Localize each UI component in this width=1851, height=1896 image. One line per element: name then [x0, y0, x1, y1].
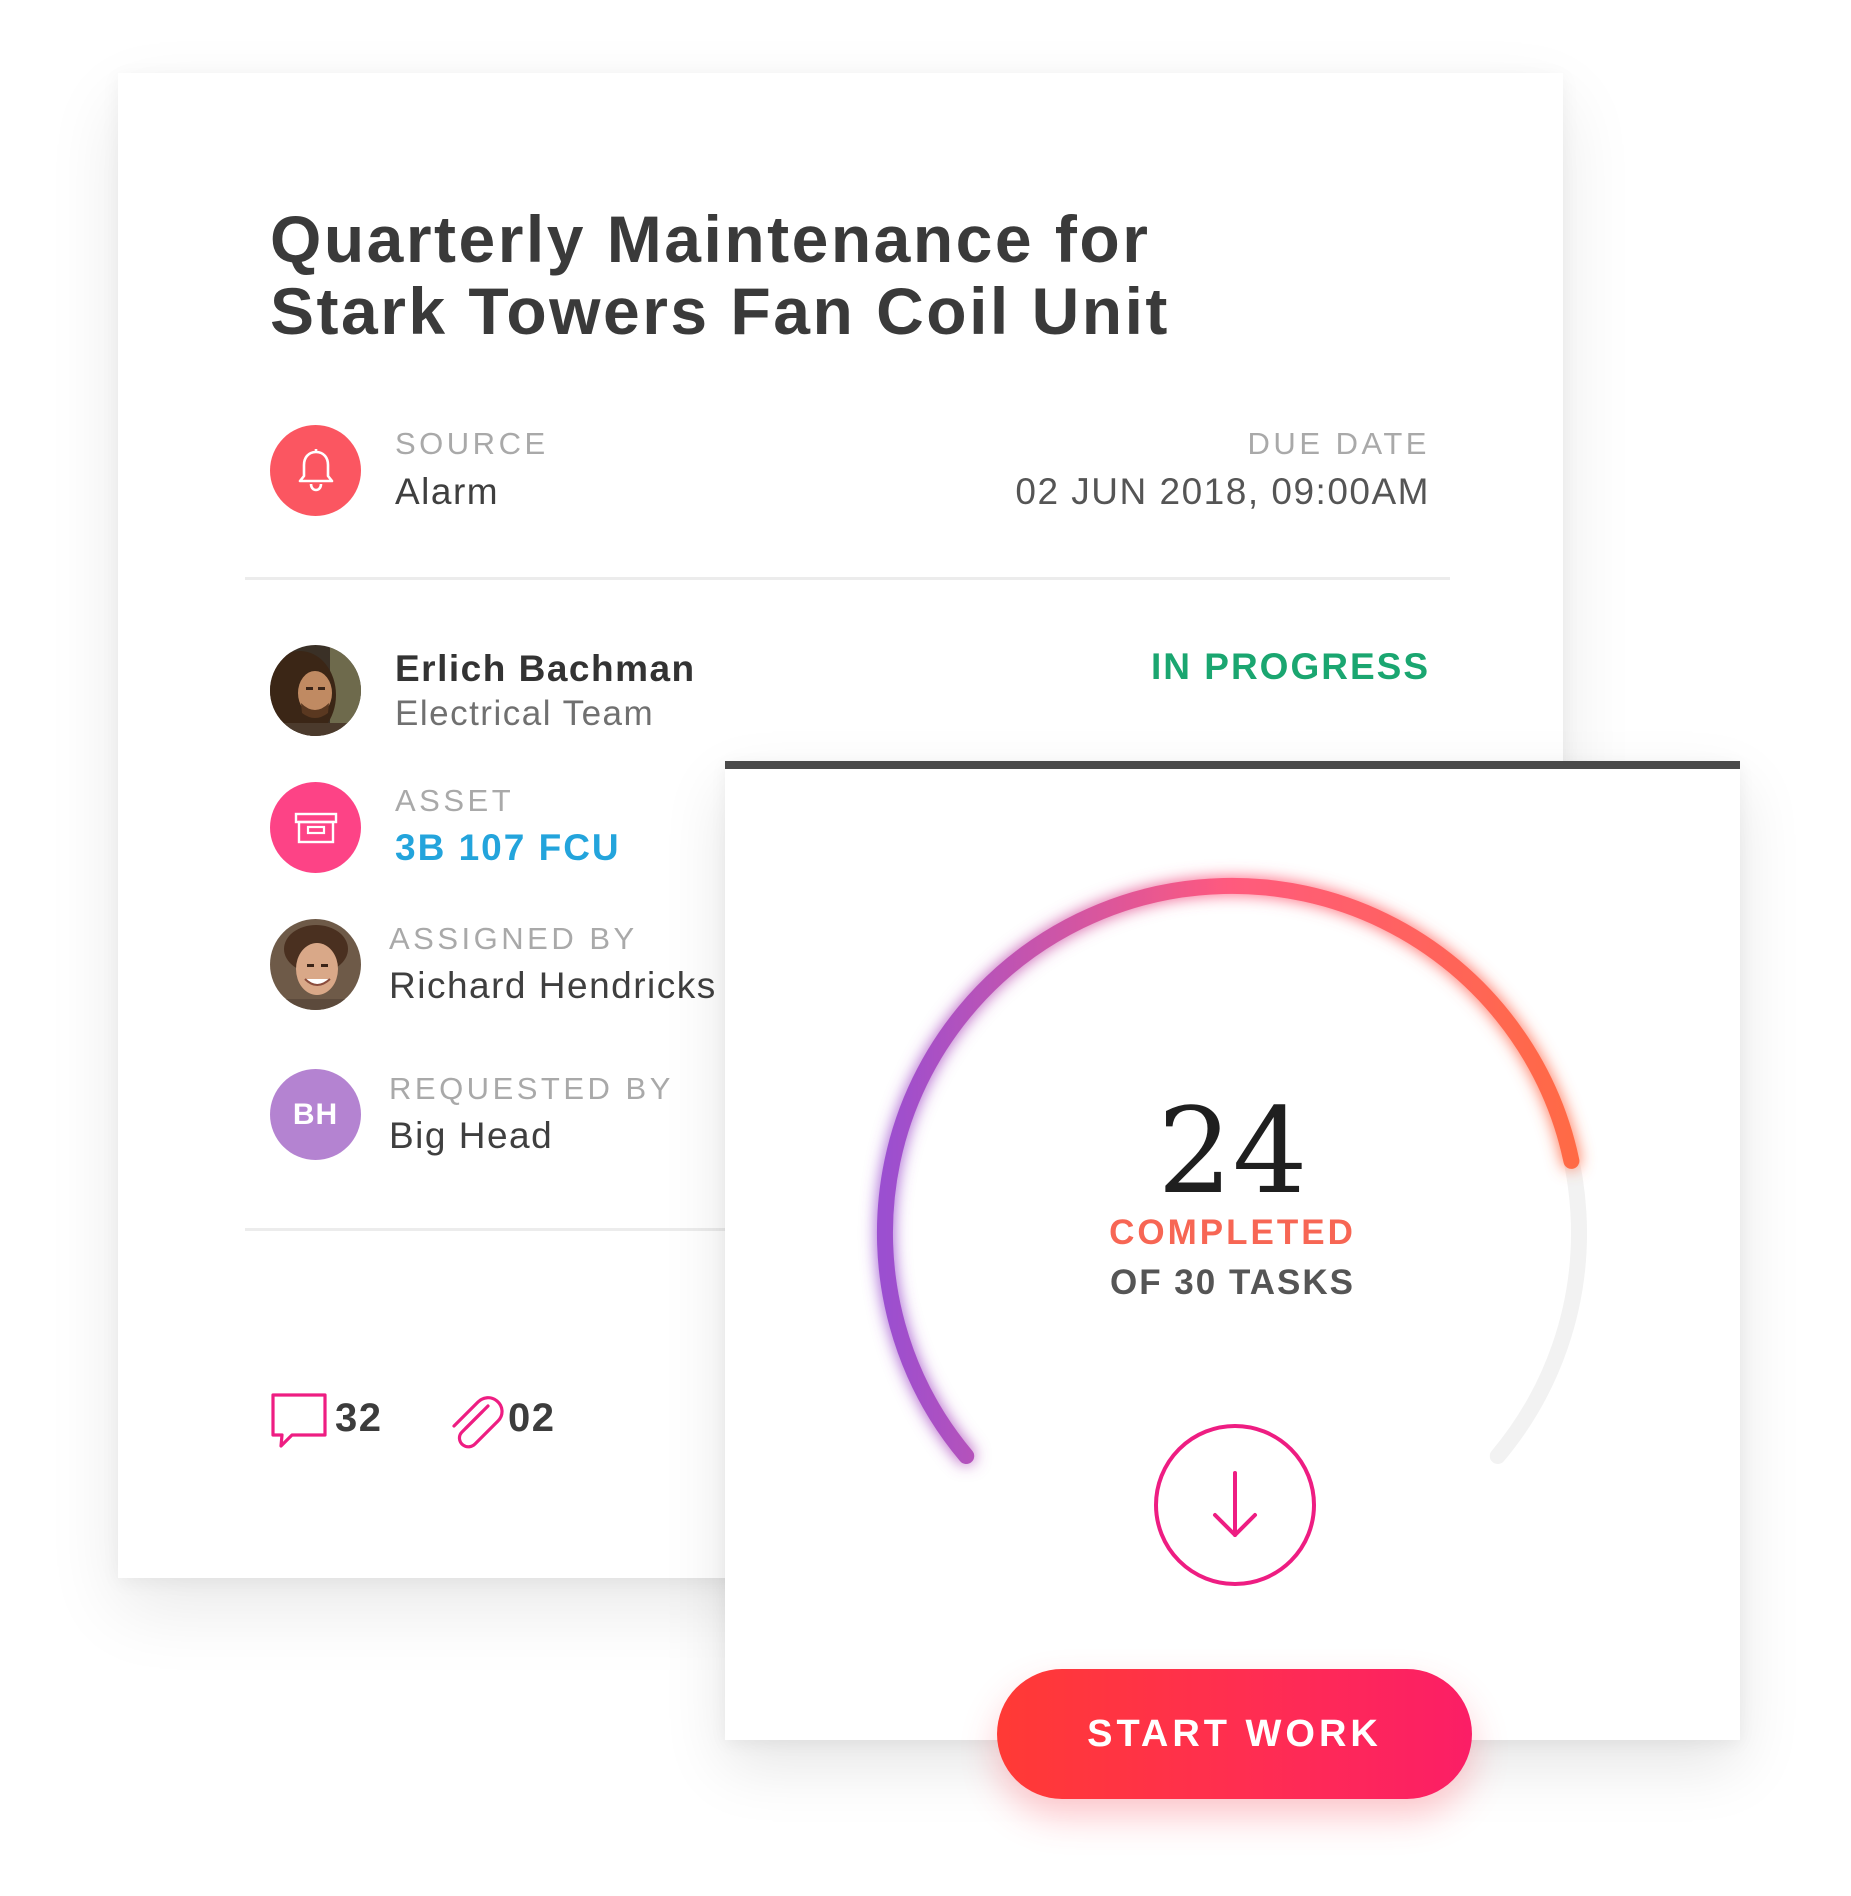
source-value: Alarm: [395, 471, 500, 512]
assigned-by-value: Richard Hendricks: [389, 965, 717, 1006]
assigned-by-label: ASSIGNED BY: [389, 921, 638, 956]
stage: Quarterly Maintenance for Stark Towers F…: [0, 0, 1851, 1896]
source-icon-badge: [270, 425, 361, 516]
asset-label: ASSET: [395, 783, 515, 818]
arrow-down-icon: [1213, 1471, 1257, 1537]
archive-box-icon: [294, 812, 337, 843]
attachments-count: 02: [508, 1396, 556, 1440]
due-date-value: 02 JUN 2018, 09:00AM: [1015, 471, 1430, 512]
total-tasks-label: OF 30 TASKS: [1109, 1263, 1355, 1302]
comments-count: 32: [335, 1396, 383, 1440]
paperclip-icon: [452, 1396, 504, 1449]
due-date-label: DUE DATE: [1247, 426, 1430, 461]
completed-count: 24: [1157, 1082, 1308, 1220]
bell-icon: [298, 448, 333, 491]
assignee-name: Erlich Bachman: [395, 648, 696, 689]
status-badge: IN PROGRESS: [1151, 646, 1430, 687]
asset-link[interactable]: 3B 107 FCU: [395, 827, 621, 869]
comment-icon: [271, 1393, 327, 1448]
avatar-erlich-bachman: [270, 645, 361, 736]
title-line-2: Stark Towers Fan Coil Unit: [270, 274, 1170, 348]
assignee-team: Electrical Team: [395, 694, 655, 733]
comments-button[interactable]: 32: [270, 1392, 400, 1452]
avatar-richard-hendricks: [270, 919, 361, 1010]
divider-top: [245, 577, 1450, 580]
requester-avatar: BH: [270, 1069, 361, 1160]
asset-icon-badge: [270, 782, 361, 873]
task-progress-panel: 24 COMPLETED OF 30 TASKS: [725, 761, 1740, 1740]
work-order-title: Quarterly Maintenance for Stark Towers F…: [270, 203, 1270, 347]
attachments-button[interactable]: 02: [446, 1392, 576, 1452]
title-line-1: Quarterly Maintenance for: [270, 202, 1151, 276]
download-button[interactable]: [1154, 1424, 1316, 1586]
requester-initials: BH: [292, 1097, 339, 1131]
requested-by-value: Big Head: [389, 1115, 554, 1156]
requested-by-label: REQUESTED BY: [389, 1071, 674, 1106]
source-label: SOURCE: [395, 426, 549, 461]
completed-label: COMPLETED: [1109, 1213, 1356, 1252]
start-work-button[interactable]: START WORK: [997, 1669, 1472, 1799]
